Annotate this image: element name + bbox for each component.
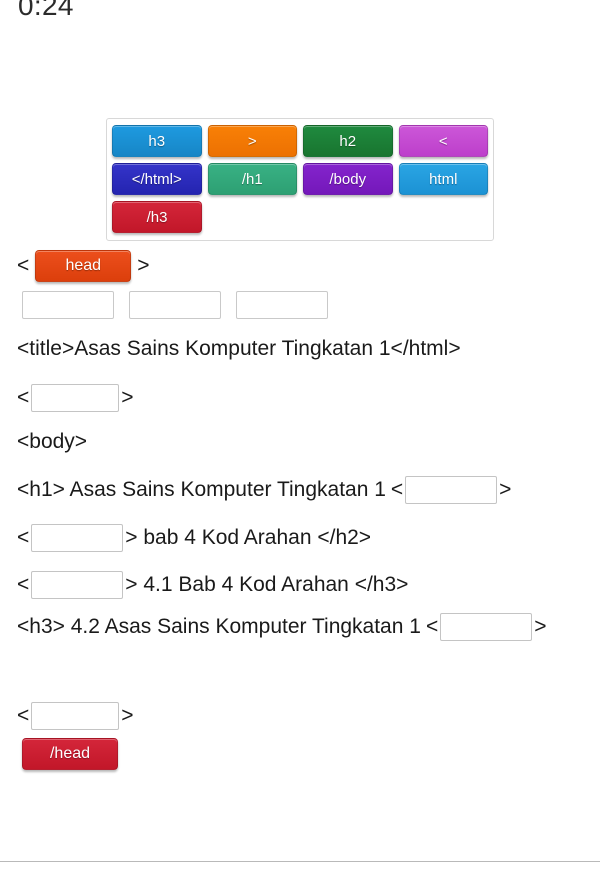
close-angle-bracket: > (121, 386, 134, 409)
word-bank-row: h3 > h2 < (112, 125, 488, 157)
open-angle-bracket: < (425, 615, 439, 638)
word-tile-h3[interactable]: h3 (112, 125, 202, 157)
static-line-body: <body> (17, 430, 88, 453)
word-tile-html[interactable]: html (398, 163, 488, 195)
word-tile-html-close[interactable]: </html> (112, 163, 202, 195)
answer-line-h1: <h1> Asas Sains Komputer Tingkatan 1 < > (17, 476, 511, 504)
exercise-page: 0:24 h3 > h2 < </html> /h1 /body html /h… (0, 0, 600, 870)
close-angle-bracket: > (137, 254, 150, 277)
open-angle-bracket: < (17, 573, 30, 596)
open-angle-bracket: < (17, 254, 30, 277)
word-tile-body-close[interactable]: /body (303, 163, 393, 195)
static-line-title: <title>Asas Sains Komputer Tingkatan 1</… (17, 337, 461, 360)
dropzone-row (22, 291, 328, 319)
open-angle-bracket: < (17, 526, 30, 549)
dropzone-6[interactable] (31, 524, 124, 552)
countdown-timer: 0:24 (18, 0, 74, 21)
word-tile-open-angle[interactable]: < (398, 125, 488, 157)
word-bank-row: /h3 (112, 201, 488, 233)
open-angle-bracket: < (390, 478, 404, 501)
h2-line-text: > bab 4 Kod Arahan </h2> (125, 526, 372, 549)
word-bank-row: </html> /h1 /body html (112, 163, 488, 195)
answer-line-head-close: /head (22, 738, 118, 770)
bottom-divider (0, 861, 600, 862)
open-angle-bracket: < (17, 704, 30, 727)
open-angle-bracket: < (17, 386, 30, 409)
dropzone-4[interactable] (31, 384, 120, 412)
h3-line-text: > 4.1 Bab 4 Kod Arahan </h3> (125, 573, 409, 596)
answer-line-h3-2: <h3> 4.2 Asas Sains Komputer Tingkatan 1… (17, 608, 577, 645)
answer-line-head: < head > (17, 250, 150, 282)
word-tile-h2[interactable]: h2 (303, 125, 393, 157)
answer-line-blank-2: < > (17, 702, 134, 730)
dropzone-2[interactable] (129, 291, 221, 319)
answer-line-blank-1: < > (17, 384, 134, 412)
h3-2-line-text: <h3> 4.2 Asas Sains Komputer Tingkatan 1 (17, 615, 421, 638)
dropzone-8[interactable] (440, 613, 533, 642)
word-bank-panel: h3 > h2 < </html> /h1 /body html /h3 (106, 118, 494, 241)
word-tile-h3-close[interactable]: /h3 (112, 201, 202, 233)
h1-line-text: <h1> Asas Sains Komputer Tingkatan 1 (17, 478, 386, 501)
close-angle-bracket: > (499, 478, 512, 501)
word-tile-h1-close[interactable]: /h1 (207, 163, 297, 195)
placed-tile-head-close[interactable]: /head (22, 738, 118, 770)
dropzone-9[interactable] (31, 702, 120, 730)
dropzone-5[interactable] (405, 476, 498, 504)
close-angle-bracket: > (534, 615, 547, 638)
dropzone-7[interactable] (31, 571, 124, 599)
placed-tile-head[interactable]: head (35, 250, 132, 282)
answer-line-h3-1: < > 4.1 Bab 4 Kod Arahan </h3> (17, 571, 408, 599)
close-angle-bracket: > (121, 704, 134, 727)
answer-line-h2: < > bab 4 Kod Arahan </h2> (17, 524, 371, 552)
dropzone-3[interactable] (236, 291, 328, 319)
word-tile-close-angle[interactable]: > (207, 125, 297, 157)
dropzone-1[interactable] (22, 291, 114, 319)
